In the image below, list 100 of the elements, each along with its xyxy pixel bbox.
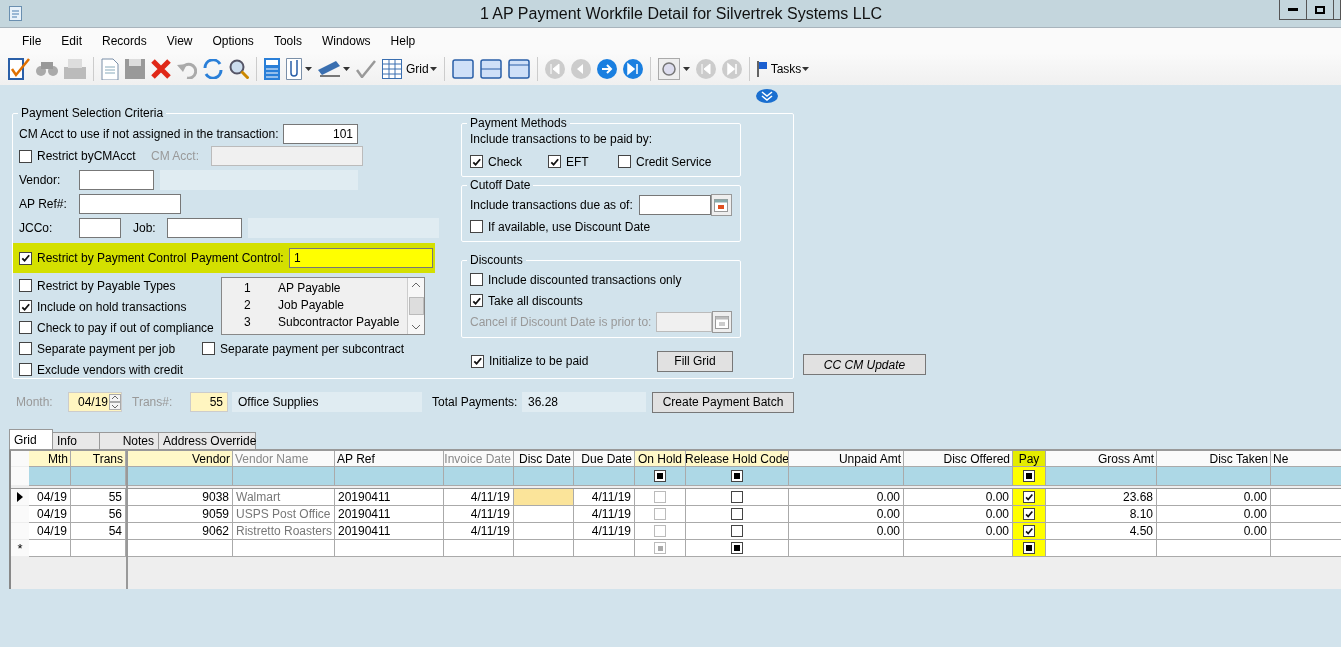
tab[interactable]: Grid (9, 429, 53, 449)
column-header[interactable]: Vendor (128, 451, 233, 467)
caret-icon[interactable] (682, 67, 690, 71)
checkbox[interactable] (548, 155, 561, 168)
caret-icon[interactable] (305, 67, 312, 71)
menu-item[interactable]: Tools (263, 33, 312, 48)
next-record-button[interactable] (596, 56, 617, 82)
checkbox[interactable] (731, 470, 743, 482)
column-header[interactable]: Vendor Name (233, 451, 335, 467)
month-field[interactable]: 04/19 (68, 392, 122, 412)
checkbox[interactable] (731, 525, 743, 537)
checkbox[interactable] (19, 251, 32, 265)
checkbox[interactable] (618, 155, 631, 168)
list-item[interactable]: AP Payable (278, 280, 341, 295)
menu-item[interactable]: View (156, 33, 203, 48)
calendar-button[interactable] (710, 194, 732, 216)
list-item[interactable]: Subcontractor Payable (278, 314, 400, 329)
checkbox[interactable] (1023, 508, 1035, 520)
checkbox[interactable] (470, 294, 483, 307)
checkbox[interactable] (19, 279, 32, 292)
checkbox[interactable] (19, 321, 32, 334)
column-header[interactable]: Disc Date (514, 451, 574, 467)
column-header[interactable]: On Hold (635, 451, 686, 467)
close-button[interactable] (1333, 0, 1341, 20)
input-field[interactable]: 1 (289, 248, 433, 268)
menu-item[interactable]: Options (202, 33, 264, 48)
column-header[interactable]: Trans (71, 451, 126, 467)
checkbox[interactable] (471, 354, 484, 368)
checkbox[interactable] (1023, 470, 1035, 482)
collapse-icon[interactable] (756, 89, 778, 103)
current-cell[interactable] (514, 489, 574, 506)
list-item[interactable]: Job Payable (278, 297, 345, 312)
menu-item[interactable]: Windows (311, 33, 381, 48)
scrollbar[interactable] (407, 278, 424, 334)
checkbox[interactable] (470, 155, 483, 168)
column-header[interactable]: AP Ref (335, 451, 444, 467)
menu-item[interactable]: File (12, 33, 52, 48)
save-button[interactable] (125, 56, 145, 82)
input-field[interactable] (79, 170, 154, 190)
menu-item[interactable]: Records (92, 33, 157, 48)
tab[interactable]: Info (52, 432, 100, 449)
checkbox[interactable] (1023, 525, 1035, 537)
create-payment-batch-button[interactable]: Create Payment Batch (652, 391, 794, 413)
grid-button[interactable]: Grid (382, 56, 437, 82)
checkbox[interactable] (19, 363, 32, 376)
column-header[interactable]: Due Date (574, 451, 635, 467)
last-record-button[interactable] (622, 56, 643, 82)
payable-type-list[interactable]: 1 AP Payable 2 Job Payable 3 Subcontractor Payable (221, 277, 425, 335)
checkbox[interactable] (1023, 491, 1035, 503)
checkbox[interactable] (19, 300, 32, 313)
tab[interactable]: Address Override (158, 432, 256, 449)
column-header[interactable]: Ne (1271, 451, 1341, 467)
checkbox-label: Separate payment per subcontract (220, 341, 405, 356)
row-header[interactable]: * (11, 540, 29, 557)
spin-icon[interactable] (109, 394, 121, 410)
input-field[interactable]: 101 (283, 124, 358, 144)
input-field[interactable] (167, 218, 242, 238)
column-header[interactable]: Release Hold Code (686, 451, 789, 467)
layout-single-button[interactable] (451, 56, 474, 82)
layout-split-button[interactable] (479, 56, 502, 82)
preview-button[interactable] (657, 56, 680, 82)
refresh-button[interactable] (203, 56, 223, 82)
cc-cm-update-button[interactable]: CC CM Update (803, 354, 926, 375)
row-header[interactable] (11, 489, 29, 506)
column-header[interactable]: Mth (29, 451, 71, 467)
scroll-thumb[interactable] (408, 297, 424, 315)
column-header[interactable]: Unpaid Amt (789, 451, 904, 467)
checkbox[interactable] (654, 470, 666, 482)
checkbox[interactable] (1023, 542, 1035, 554)
input-field[interactable] (79, 218, 121, 238)
checkbox[interactable] (202, 342, 216, 355)
tasks-button[interactable]: Tasks (756, 56, 810, 82)
scroll-down-icon[interactable] (412, 325, 420, 330)
caret-icon[interactable] (343, 67, 350, 71)
menu-item[interactable]: Help (380, 33, 426, 48)
checkbox[interactable] (19, 149, 32, 163)
column-header[interactable]: Gross Amt (1046, 451, 1157, 467)
trans-field[interactable]: 55 (190, 392, 228, 412)
scroll-up-icon[interactable] (412, 282, 420, 287)
menu-item[interactable]: Edit (51, 33, 93, 48)
column-header[interactable]: Disc Offered (904, 451, 1013, 467)
layout-top-button[interactable] (507, 56, 530, 82)
checkbox[interactable] (731, 491, 743, 503)
input-field[interactable] (79, 194, 181, 214)
checkbox[interactable] (470, 220, 483, 233)
calendar-button[interactable] (712, 311, 732, 333)
attachment-button[interactable] (286, 56, 302, 82)
minimize-button[interactable] (1279, 0, 1307, 20)
edit-button[interactable] (8, 56, 30, 82)
fill-grid-button[interactable]: Fill Grid (657, 350, 733, 372)
tab[interactable]: Notes (99, 432, 159, 449)
checkbox[interactable] (19, 342, 32, 355)
column-header[interactable]: Pay (1013, 451, 1046, 467)
checkbox[interactable] (731, 542, 743, 554)
input-field[interactable] (638, 195, 711, 215)
column-header[interactable]: Invoice Date (444, 451, 514, 467)
checkbox[interactable] (731, 508, 743, 520)
calculator-button[interactable] (264, 56, 280, 82)
checkbox[interactable] (470, 273, 483, 286)
column-header[interactable]: Disc Taken (1157, 451, 1271, 467)
